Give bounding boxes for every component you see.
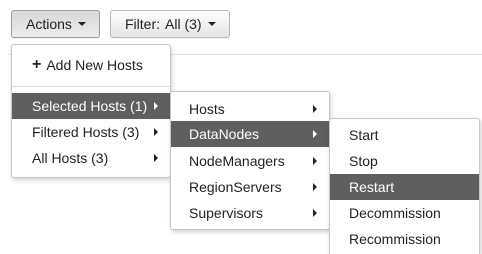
- decommission-label: Decommission: [349, 205, 441, 221]
- restart-label: Restart: [349, 179, 395, 195]
- chevron-right-icon: [313, 130, 317, 138]
- start-item[interactable]: Start: [330, 122, 479, 148]
- all-hosts-label: All Hosts (3): [32, 150, 109, 166]
- nodemanagers-label: NodeManagers: [189, 153, 285, 169]
- filter-value: All (3): [165, 16, 202, 32]
- selected-hosts-submenu: Hosts DataNodes NodeManagers RegionServe…: [170, 91, 330, 230]
- filter-label: Filter:: [125, 16, 160, 32]
- menu-divider: [12, 86, 170, 87]
- chevron-right-icon: [154, 102, 158, 110]
- regionservers-label: RegionServers: [189, 179, 282, 195]
- chevron-right-icon: [313, 105, 317, 113]
- actions-menu: + Add New Hosts Selected Hosts (1) Filte…: [11, 44, 171, 178]
- start-label: Start: [349, 127, 379, 143]
- caret-down-icon: [77, 22, 86, 26]
- recommission-label: Recommission: [349, 231, 441, 247]
- nodemanagers-item[interactable]: NodeManagers: [171, 148, 329, 174]
- supervisors-item[interactable]: Supervisors: [171, 200, 329, 226]
- recommission-item[interactable]: Recommission: [330, 226, 479, 252]
- chevron-right-icon: [154, 128, 158, 136]
- decommission-item[interactable]: Decommission: [330, 200, 479, 226]
- caret-down-icon: [207, 22, 216, 26]
- supervisors-label: Supervisors: [189, 205, 263, 221]
- chevron-right-icon: [313, 157, 317, 165]
- hosts-item[interactable]: Hosts: [171, 96, 329, 122]
- add-new-hosts-item[interactable]: + Add New Hosts: [12, 51, 170, 79]
- actions-button[interactable]: Actions: [11, 10, 100, 38]
- filtered-hosts-item[interactable]: Filtered Hosts (3): [12, 119, 170, 145]
- stop-item[interactable]: Stop: [330, 148, 479, 174]
- regionservers-item[interactable]: RegionServers: [171, 174, 329, 200]
- stop-label: Stop: [349, 153, 378, 169]
- filter-button[interactable]: Filter: All (3): [110, 10, 230, 38]
- actions-button-label: Actions: [26, 16, 72, 32]
- plus-icon: +: [32, 56, 42, 73]
- datanodes-item[interactable]: DataNodes: [171, 121, 329, 147]
- selected-hosts-item[interactable]: Selected Hosts (1): [12, 93, 170, 119]
- restart-item[interactable]: Restart: [330, 174, 479, 200]
- add-new-hosts-label: Add New Hosts: [46, 57, 143, 73]
- selected-hosts-label: Selected Hosts (1): [32, 98, 148, 114]
- chevron-right-icon: [313, 209, 317, 217]
- chevron-right-icon: [313, 183, 317, 191]
- datanodes-label: DataNodes: [189, 126, 260, 142]
- hosts-label: Hosts: [189, 101, 225, 117]
- all-hosts-item[interactable]: All Hosts (3): [12, 145, 170, 171]
- chevron-right-icon: [154, 154, 158, 162]
- datanodes-submenu: Start Stop Restart Decommission Recommis…: [329, 118, 480, 254]
- filtered-hosts-label: Filtered Hosts (3): [32, 124, 140, 140]
